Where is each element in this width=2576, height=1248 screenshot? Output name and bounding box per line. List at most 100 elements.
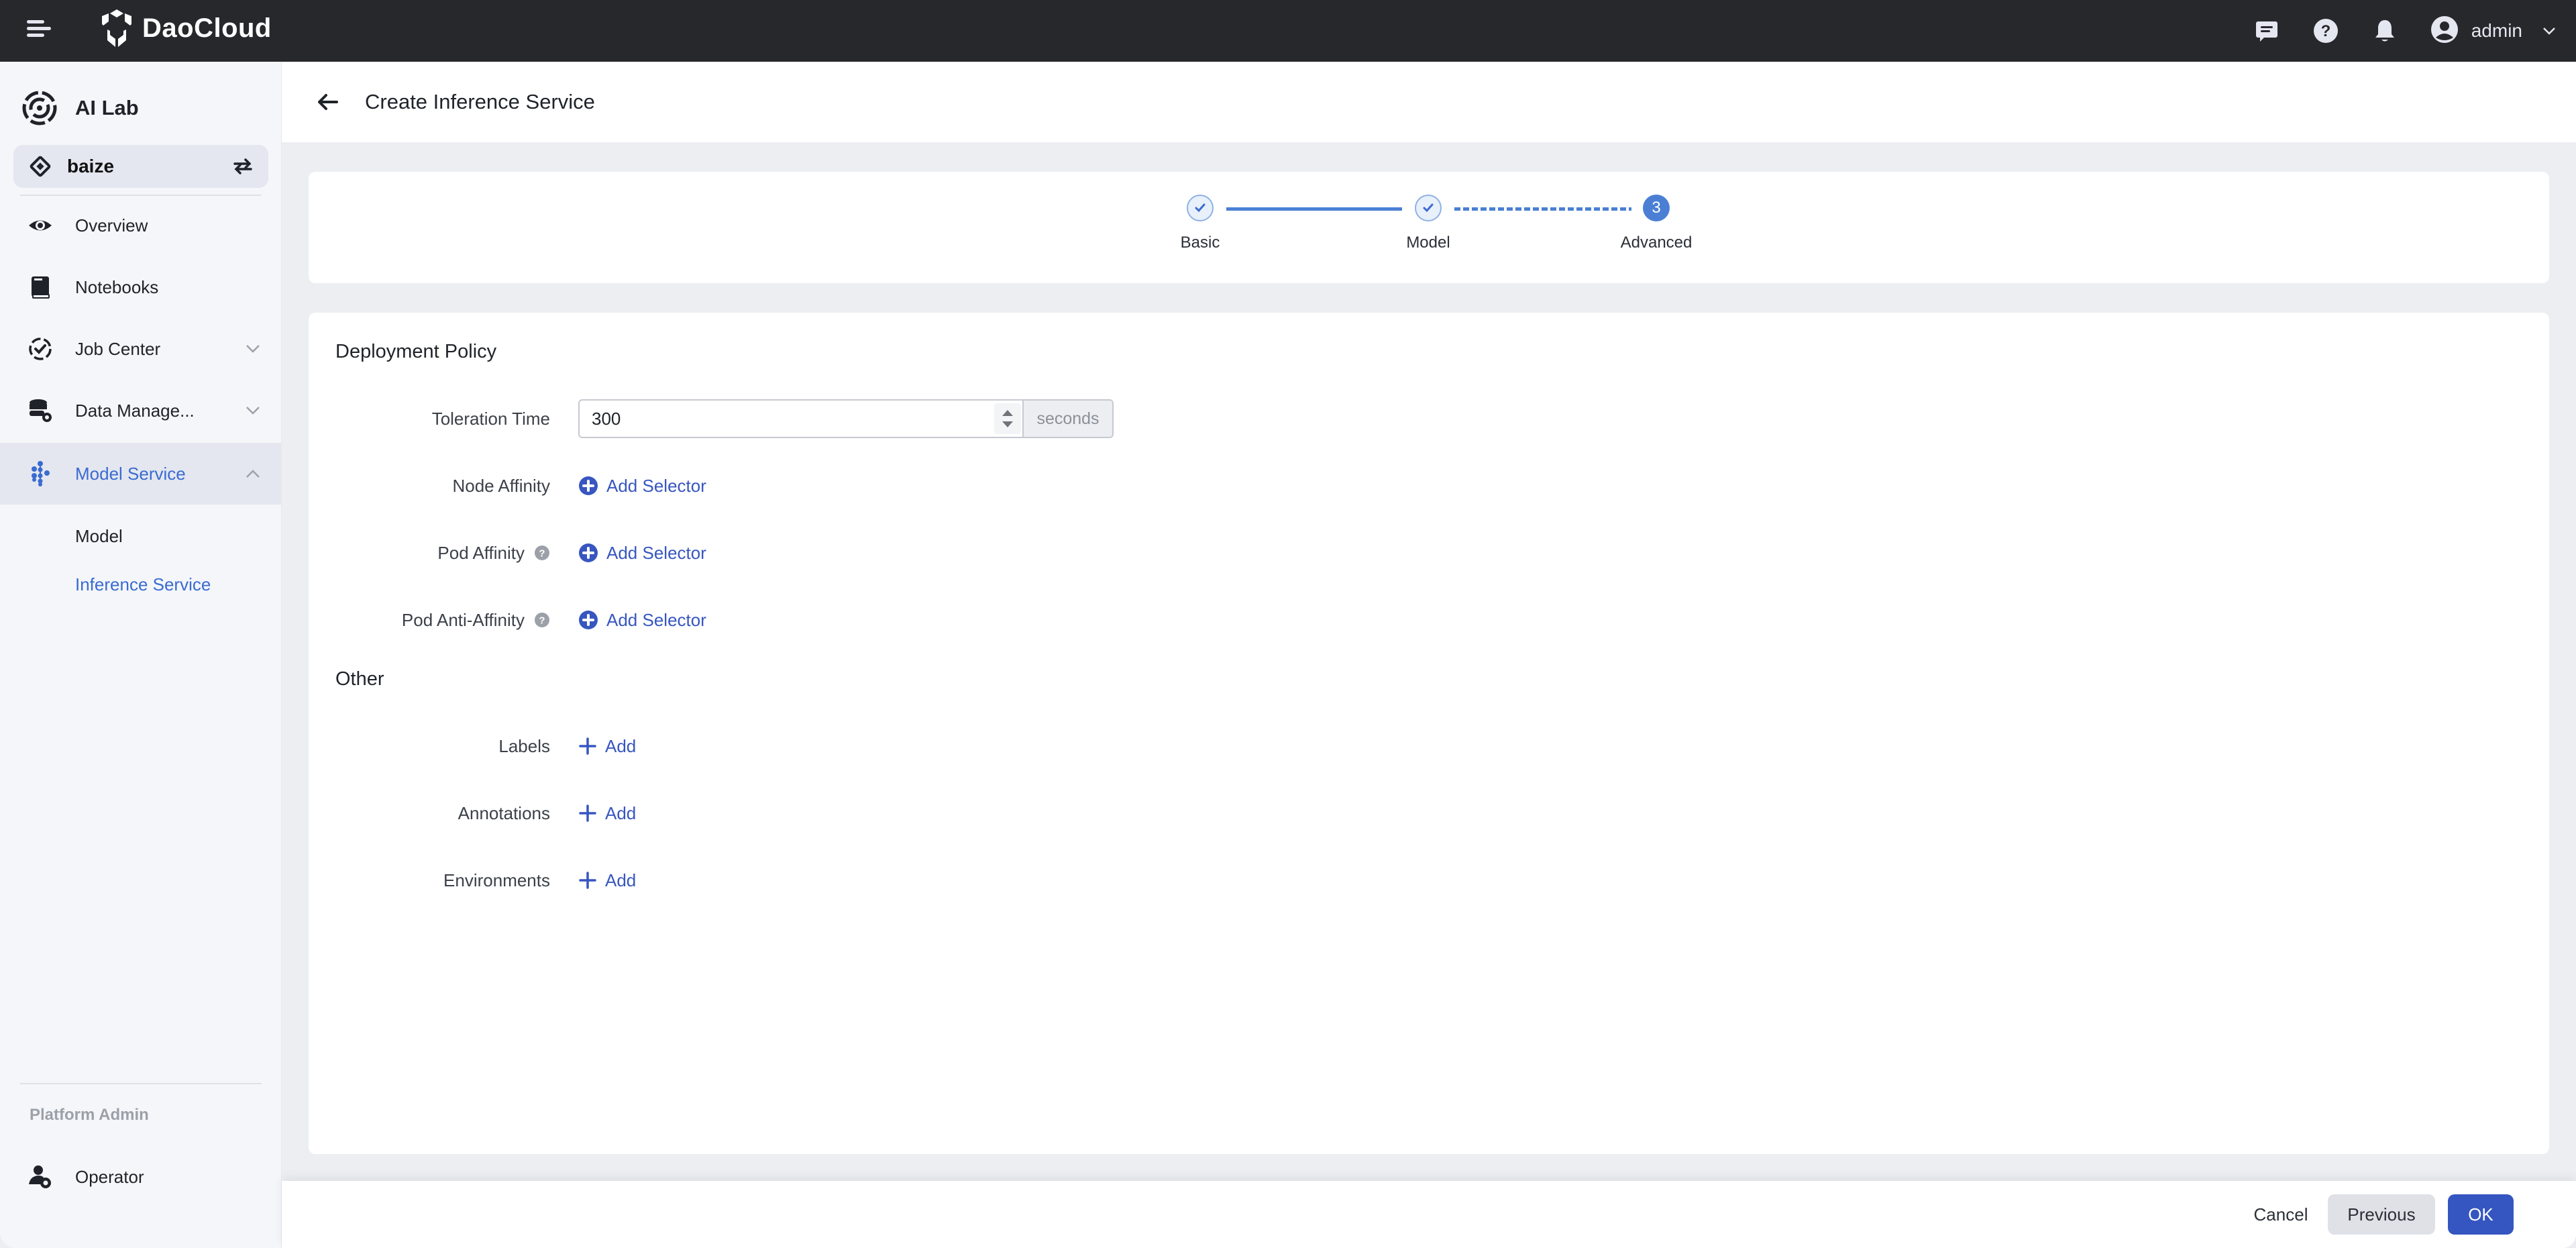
sidebar: AI Lab baize Overview Notebooks Job Cent…: [0, 62, 282, 1248]
model-nodes-icon: [27, 460, 54, 487]
node-affinity-row: Node Affinity Add Selector: [309, 466, 1583, 506]
user-avatar-icon: [2430, 15, 2459, 48]
pod-affinity-label: Pod Affinity ?: [309, 543, 550, 564]
chevron-up-icon: [246, 470, 260, 478]
back-arrow-icon[interactable]: [317, 92, 339, 112]
sidebar-item-label: Model Service: [75, 463, 186, 484]
chevron-down-icon: [2543, 28, 2555, 35]
eye-icon: [27, 212, 54, 239]
step-number: 3: [1643, 195, 1670, 221]
sidebar-item-label: Data Manage...: [75, 400, 195, 421]
sidebar-item-model-service[interactable]: Model Service: [0, 443, 282, 505]
brand-logo[interactable]: DaoCloud: [98, 8, 272, 48]
svg-text:?: ?: [539, 615, 545, 627]
username: admin: [2471, 20, 2522, 41]
plus-circle-icon: [579, 611, 598, 629]
add-pod-affinity-selector-button[interactable]: Add Selector: [578, 543, 706, 564]
labels-label: Labels: [498, 735, 550, 756]
sidebar-item-overview[interactable]: Overview: [0, 195, 282, 256]
add-environment-button[interactable]: Add: [578, 870, 636, 891]
add-pod-anti-affinity-selector-button[interactable]: Add Selector: [578, 610, 706, 631]
deployment-policy-heading: Deployment Policy: [335, 341, 497, 362]
annotations-row: Annotations Add: [309, 793, 1583, 833]
toleration-time-value[interactable]: 300: [580, 401, 993, 437]
user-menu[interactable]: admin: [2430, 15, 2556, 48]
sidebar-item-operator[interactable]: Operator: [0, 1146, 282, 1208]
pod-affinity-row: Pod Affinity ? Add Selector: [309, 533, 1583, 573]
sidebar-item-label: Operator: [75, 1166, 144, 1187]
previous-button[interactable]: Previous: [2328, 1194, 2435, 1235]
environments-label: Environments: [443, 870, 550, 890]
sidebar-item-label: Notebooks: [75, 276, 159, 297]
plus-circle-icon: [579, 476, 598, 495]
page-header: Create Inference Service: [282, 62, 2576, 142]
sidebar-item-notebooks[interactable]: Notebooks: [0, 256, 282, 318]
step-label: Basic: [1180, 233, 1220, 252]
ok-button[interactable]: OK: [2448, 1194, 2514, 1235]
pod-anti-affinity-label: Pod Anti-Affinity ?: [309, 610, 550, 631]
svg-text:?: ?: [539, 548, 545, 560]
divider: [20, 1083, 262, 1084]
increment-icon[interactable]: [1002, 410, 1013, 416]
page-title: Create Inference Service: [365, 90, 595, 113]
svg-text:?: ?: [2320, 22, 2330, 40]
switch-icon[interactable]: [232, 156, 254, 177]
advanced-form: Deployment Policy Toleration Time 300 se…: [309, 313, 2549, 1154]
environments-row: Environments Add: [309, 860, 1583, 900]
book-icon: [27, 274, 54, 301]
add-label-button[interactable]: Add: [578, 736, 636, 757]
app-title: AI Lab: [75, 96, 139, 119]
other-heading: Other: [335, 668, 384, 690]
help-circle-icon[interactable]: ?: [534, 545, 550, 561]
job-check-icon: [27, 335, 54, 362]
cancel-button[interactable]: Cancel: [2241, 1194, 2321, 1235]
unit-suffix: seconds: [1022, 401, 1112, 437]
step-label: Model: [1406, 233, 1450, 252]
toleration-time-input[interactable]: 300 seconds: [578, 399, 1114, 438]
brand-name: DaoCloud: [142, 13, 272, 43]
sidebar-item-job-center[interactable]: Job Center: [0, 318, 282, 380]
top-bar: DaoCloud ? admin: [0, 0, 2576, 62]
plus-icon: [579, 872, 596, 889]
sidebar-item-label: Job Center: [75, 338, 161, 359]
workspace-icon: [30, 156, 51, 177]
pod-anti-affinity-row: Pod Anti-Affinity ? Add Selector: [309, 600, 1583, 640]
toleration-time-row: Toleration Time 300 seconds: [309, 399, 1583, 439]
form-footer: Cancel Previous OK: [282, 1181, 2576, 1248]
annotations-label: Annotations: [458, 802, 550, 823]
ai-lab-icon: [22, 91, 57, 125]
step-basic[interactable]: Basic: [1120, 195, 1281, 252]
plus-circle-icon: [579, 543, 598, 562]
toleration-time-label: Toleration Time: [431, 408, 550, 429]
bell-icon[interactable]: [2371, 17, 2399, 45]
sidebar-item-label: Overview: [75, 215, 148, 236]
add-annotation-button[interactable]: Add: [578, 803, 636, 824]
add-node-selector-button[interactable]: Add Selector: [578, 476, 706, 497]
plus-icon: [579, 737, 596, 755]
labels-row: Labels Add: [309, 726, 1583, 766]
workspace-name: baize: [67, 156, 115, 176]
node-affinity-label: Node Affinity: [452, 475, 550, 496]
step-advanced: 3 Advanced: [1576, 195, 1737, 252]
sidebar-item-data-management[interactable]: Data Manage...: [0, 380, 282, 441]
sidebar-subitem-inference-service[interactable]: Inference Service: [75, 574, 211, 595]
message-icon[interactable]: [2253, 17, 2281, 45]
workspace-selector[interactable]: baize: [13, 145, 268, 188]
help-circle-icon[interactable]: ?: [534, 612, 550, 628]
chevron-down-icon: [246, 407, 260, 415]
plus-icon: [579, 804, 596, 822]
step-done-icon: [1187, 195, 1214, 221]
app-header: AI Lab: [21, 90, 139, 126]
decrement-icon[interactable]: [1002, 421, 1013, 427]
number-stepper[interactable]: [994, 403, 1021, 434]
sidebar-subitem-model[interactable]: Model: [75, 526, 123, 547]
operator-gear-icon: [27, 1163, 54, 1190]
daocloud-logo-icon: [102, 9, 131, 47]
stepper: Basic Model 3 Advanced: [309, 172, 2549, 283]
step-model[interactable]: Model: [1348, 195, 1509, 252]
menu-icon[interactable]: [25, 19, 52, 39]
step-label: Advanced: [1620, 233, 1693, 252]
help-icon[interactable]: ?: [2312, 17, 2340, 45]
database-gear-icon: [27, 397, 54, 424]
chevron-down-icon: [246, 345, 260, 353]
